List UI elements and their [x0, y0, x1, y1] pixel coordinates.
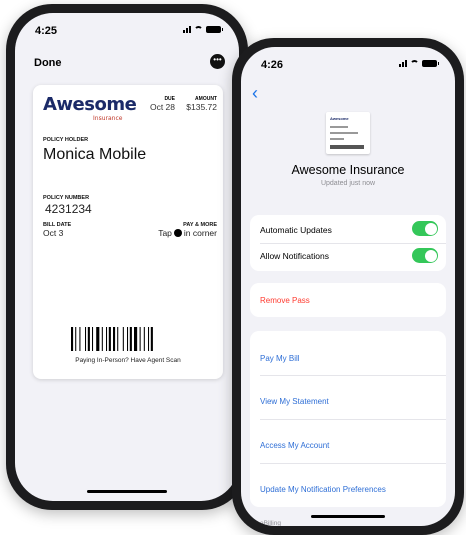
- brand-sub: Insurance: [93, 115, 123, 122]
- divider: [260, 463, 446, 464]
- wallet-pass-screen: 4:25 Done ••• Awesome Insurance DUE Oct …: [15, 13, 239, 501]
- links-group: Pay My Bill View My Statement Access My …: [250, 331, 446, 507]
- pay-value-pre: Tap: [158, 228, 172, 238]
- amount-field: AMOUNT $135.72: [186, 96, 217, 112]
- pay-more-value: Tap in corner: [158, 228, 217, 238]
- thumb-barcode: [330, 145, 364, 149]
- divider: [260, 243, 446, 244]
- thumb-line: [330, 138, 344, 140]
- divider: [260, 419, 446, 420]
- signal-icon: [183, 26, 191, 33]
- amount-value: $135.72: [186, 102, 217, 112]
- view-my-statement-link[interactable]: View My Statement: [260, 397, 329, 406]
- settings-group: Automatic Updates Allow Notifications: [250, 215, 446, 271]
- remove-pass-button[interactable]: Remove Pass: [260, 296, 310, 305]
- barcode-caption: Paying In-Person? Have Agent Scan: [75, 357, 181, 364]
- due-field: DUE Oct 28: [150, 96, 175, 112]
- home-indicator[interactable]: [311, 515, 385, 518]
- battery-icon: [422, 60, 439, 67]
- holder-label: POLICY HOLDER: [43, 137, 89, 143]
- status-time: 4:26: [261, 59, 284, 71]
- wifi-icon: [194, 26, 203, 33]
- done-button[interactable]: Done: [34, 57, 62, 69]
- pass-thumbnail: Awesome: [326, 112, 370, 154]
- phone-left: 4:25 Done ••• Awesome Insurance DUE Oct …: [6, 4, 248, 510]
- divider: [260, 375, 446, 376]
- pay-my-bill-link[interactable]: Pay My Bill: [260, 354, 300, 363]
- back-chevron-icon[interactable]: ‹: [252, 83, 258, 104]
- bill-date-value: Oct 3: [43, 228, 64, 238]
- access-my-account-link[interactable]: Access My Account: [260, 441, 329, 450]
- status-bar: 4:26: [241, 47, 455, 77]
- ebilling-footer: eBilling: [260, 520, 281, 526]
- automatic-updates-toggle[interactable]: [412, 221, 438, 236]
- battery-icon: [206, 26, 223, 33]
- remove-pass-group[interactable]: Remove Pass: [250, 283, 446, 317]
- due-value: Oct 28: [149, 102, 175, 112]
- brand-logo: Awesome Insurance: [43, 94, 137, 122]
- phone-right: 4:26 ‹ Awesome Awesome Insurance Updated…: [232, 38, 464, 535]
- home-indicator[interactable]: [87, 490, 167, 493]
- holder-value: Monica Mobile: [43, 146, 147, 163]
- allow-notifications-toggle[interactable]: [412, 248, 438, 263]
- thumb-line: [330, 126, 348, 128]
- status-icons: [183, 26, 223, 33]
- pass-title: Awesome Insurance: [291, 163, 405, 177]
- status-time: 4:25: [35, 25, 58, 37]
- insurance-pass-card[interactable]: Awesome Insurance DUE Oct 28 AMOUNT $135…: [33, 85, 223, 379]
- policy-number-value: 4231234: [45, 202, 92, 216]
- status-bar: 4:25: [15, 13, 239, 43]
- thumb-brand: Awesome: [330, 116, 349, 121]
- more-options-icon[interactable]: •••: [210, 54, 225, 69]
- policy-number-label: POLICY NUMBER: [43, 195, 90, 201]
- more-dot-icon: [173, 229, 182, 237]
- pass-subtitle: Updated just now: [320, 180, 376, 187]
- pass-details-screen: 4:26 ‹ Awesome Awesome Insurance Updated…: [241, 47, 455, 526]
- barcode: [71, 327, 153, 351]
- status-icons: [399, 60, 439, 67]
- wifi-icon: [410, 60, 419, 67]
- thumb-line: [330, 132, 358, 134]
- update-notification-preferences-link[interactable]: Update My Notification Preferences: [260, 485, 386, 494]
- brand-name: Awesome: [43, 94, 137, 115]
- signal-icon: [399, 60, 407, 67]
- pay-value-post: in corner: [183, 228, 217, 238]
